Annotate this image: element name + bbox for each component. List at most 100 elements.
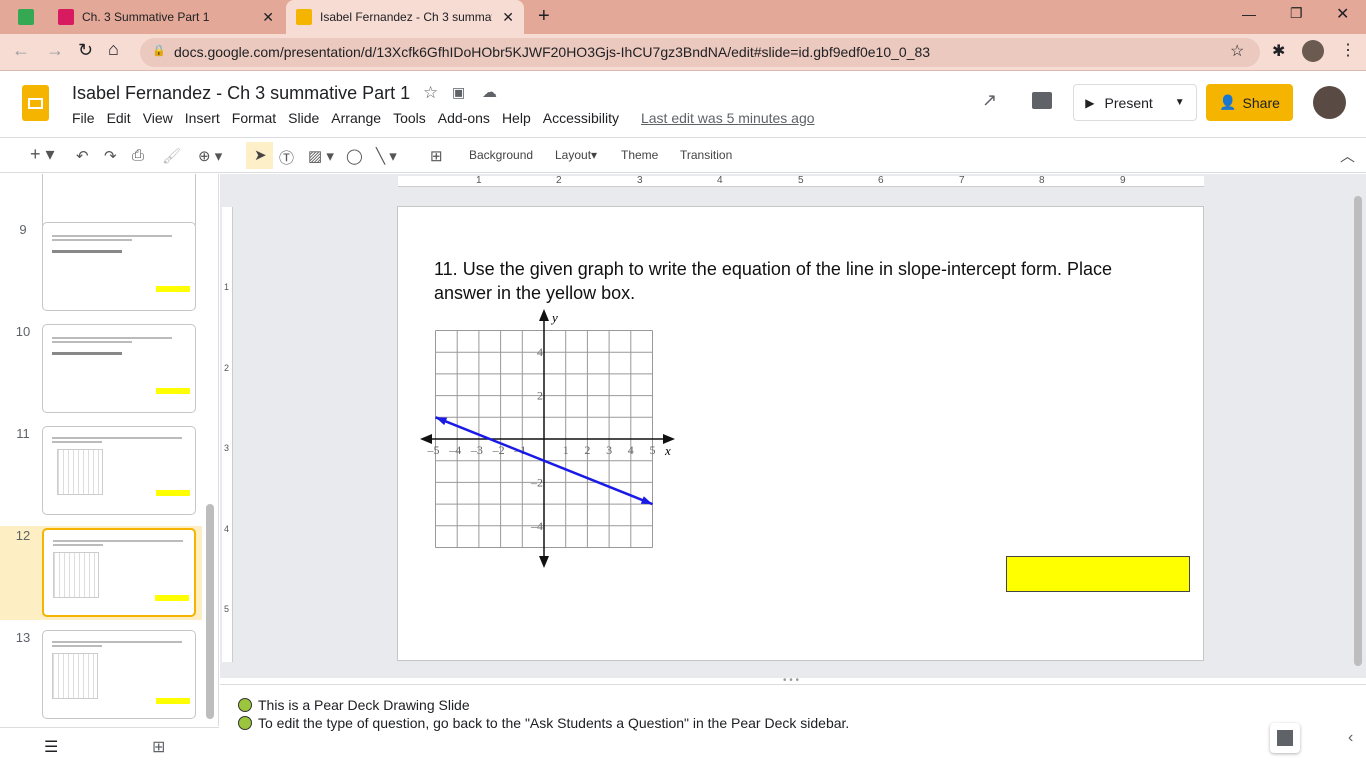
- slide-thumbnail[interactable]: [42, 630, 196, 719]
- browser-tab-bar: Ch. 3 Summative Part 1 ✕ Isabel Fernande…: [0, 0, 1366, 34]
- slide-number: 9: [19, 222, 27, 237]
- menu-tools[interactable]: Tools: [387, 110, 432, 126]
- undo-icon[interactable]: ↶: [76, 147, 89, 165]
- home-icon[interactable]: ⌂: [108, 39, 119, 60]
- zoom-icon[interactable]: ⊕ ▾: [198, 147, 222, 165]
- y-tick-label: –4: [530, 519, 543, 533]
- slides-favicon: [296, 9, 312, 25]
- canvas-scrollbar[interactable]: [1354, 196, 1362, 666]
- speaker-notes[interactable]: • • • This is a Pear Deck Drawing Slide …: [220, 675, 1366, 768]
- answer-box[interactable]: [1006, 556, 1190, 592]
- theme-button[interactable]: Theme: [621, 148, 658, 162]
- browser-tab[interactable]: Ch. 3 Summative Part 1 ✕: [48, 0, 284, 34]
- notes-line: This is a Pear Deck Drawing Slide: [258, 697, 470, 713]
- slides-logo[interactable]: [22, 85, 49, 121]
- chevron-down-icon[interactable]: ▼: [1175, 97, 1185, 108]
- menu-slide[interactable]: Slide: [282, 110, 325, 126]
- select-tool[interactable]: ➤: [246, 142, 273, 169]
- text-box-icon[interactable]: Ⓣ: [279, 147, 294, 168]
- vertical-ruler: 12345: [222, 207, 233, 662]
- collapse-chevron-icon[interactable]: ︿: [1340, 145, 1355, 166]
- slide-thumbnail[interactable]: [42, 222, 196, 311]
- print-icon[interactable]: ⎙: [132, 147, 144, 164]
- person-icon: 👤: [1219, 94, 1237, 110]
- paint-format-icon[interactable]: 🖌: [162, 147, 181, 165]
- bookmark-star-icon[interactable]: ☆: [1230, 41, 1244, 61]
- menu-format[interactable]: Format: [226, 110, 282, 126]
- close-window-button[interactable]: ✕: [1336, 4, 1349, 24]
- forward-icon[interactable]: →: [46, 40, 64, 61]
- menu-arrange[interactable]: Arrange: [325, 110, 387, 126]
- classroom-icon[interactable]: [18, 9, 34, 25]
- cloud-status-icon[interactable]: ☁: [482, 83, 497, 101]
- menu-bar: File Edit View Insert Format Slide Arran…: [66, 110, 821, 126]
- menu-edit[interactable]: Edit: [101, 110, 137, 126]
- redo-icon[interactable]: ↷: [104, 147, 117, 165]
- back-icon[interactable]: ←: [12, 40, 30, 61]
- pear-icon: [238, 716, 252, 730]
- comment-add-icon[interactable]: ⊞: [430, 147, 443, 165]
- notes-resize-handle[interactable]: • • •: [783, 675, 799, 686]
- line-icon[interactable]: ╲ ▾: [376, 147, 397, 165]
- present-button[interactable]: ▶ Present ▼: [1073, 84, 1197, 121]
- slide-number: 12: [15, 528, 31, 543]
- background-button[interactable]: Background: [469, 148, 533, 162]
- image-icon[interactable]: ▨ ▾: [308, 147, 334, 165]
- coordinate-graph: xy–5–4–3–2–11234542–2–4: [420, 309, 675, 568]
- extensions-icon[interactable]: ✱: [1272, 41, 1285, 61]
- url-input[interactable]: docs.google.com/presentation/d/13Xcfk6Gf…: [140, 38, 1260, 67]
- x-tick-label: 4: [628, 443, 634, 457]
- tab-title: Isabel Fernandez - Ch 3 summati: [320, 10, 492, 24]
- address-bar-row: ← → ↻ ⌂ docs.google.com/presentation/d/1…: [0, 34, 1366, 71]
- x-axis-label: x: [664, 443, 671, 458]
- star-icon[interactable]: ☆: [423, 83, 438, 103]
- menu-view[interactable]: View: [137, 110, 179, 126]
- close-tab-icon[interactable]: ✕: [262, 9, 274, 26]
- new-tab-button[interactable]: +: [538, 5, 550, 28]
- tab-title: Ch. 3 Summative Part 1: [82, 10, 210, 24]
- browser-menu-icon[interactable]: ⋮: [1340, 40, 1356, 60]
- x-tick-label: 1: [563, 443, 569, 457]
- y-tick-label: 4: [537, 345, 543, 359]
- x-tick-label: –3: [470, 443, 483, 457]
- slide-thumbnail[interactable]: [42, 426, 196, 515]
- explore-button[interactable]: [1270, 723, 1300, 753]
- menu-accessibility[interactable]: Accessibility: [537, 110, 625, 126]
- x-tick-label: 2: [584, 443, 590, 457]
- menu-add-ons[interactable]: Add-ons: [432, 110, 496, 126]
- new-slide-icon[interactable]: + ▾: [30, 144, 55, 165]
- profile-avatar[interactable]: [1302, 40, 1324, 62]
- layout-button[interactable]: Layout▾: [555, 148, 597, 162]
- filmstrip-view-icon[interactable]: ☰: [44, 737, 58, 757]
- menu-file[interactable]: File: [66, 110, 101, 126]
- close-tab-icon[interactable]: ✕: [502, 9, 514, 26]
- filmstrip-scrollbar[interactable]: [206, 504, 214, 719]
- horizontal-ruler: 123456789: [398, 175, 1204, 187]
- slide-thumbnail[interactable]: [42, 324, 196, 413]
- slide-thumbnail-selected[interactable]: [42, 528, 196, 617]
- x-tick-label: –4: [448, 443, 461, 457]
- restore-button[interactable]: ❐: [1290, 5, 1303, 22]
- menu-help[interactable]: Help: [496, 110, 537, 126]
- document-title[interactable]: Isabel Fernandez - Ch 3 summative Part 1: [72, 83, 410, 104]
- browser-tab-active[interactable]: Isabel Fernandez - Ch 3 summati ✕: [286, 0, 524, 34]
- shape-icon[interactable]: ◯: [346, 147, 363, 165]
- comments-icon[interactable]: [1032, 92, 1052, 109]
- last-edit-link[interactable]: Last edit was 5 minutes ago: [635, 110, 821, 126]
- share-button[interactable]: 👤 Share: [1206, 84, 1293, 121]
- reload-icon[interactable]: ↻: [78, 40, 93, 61]
- activity-icon[interactable]: ↗: [982, 90, 997, 111]
- minimize-button[interactable]: —: [1242, 6, 1256, 22]
- tab-favicon: [58, 9, 74, 25]
- y-tick-label: –2: [530, 475, 543, 489]
- side-panel-chevron-icon[interactable]: ‹: [1348, 729, 1353, 747]
- account-avatar[interactable]: [1313, 86, 1346, 119]
- menu-insert[interactable]: Insert: [179, 110, 226, 126]
- y-tick-label: 2: [537, 389, 543, 403]
- question-text[interactable]: 11. Use the given graph to write the equ…: [434, 257, 1164, 305]
- transition-button[interactable]: Transition: [680, 148, 732, 162]
- grid-view-icon[interactable]: ⊞: [152, 737, 165, 757]
- slides-header: Isabel Fernandez - Ch 3 summative Part 1…: [0, 72, 1366, 136]
- cursor-icon: ➤: [254, 147, 267, 164]
- move-folder-icon[interactable]: ▣: [452, 84, 465, 101]
